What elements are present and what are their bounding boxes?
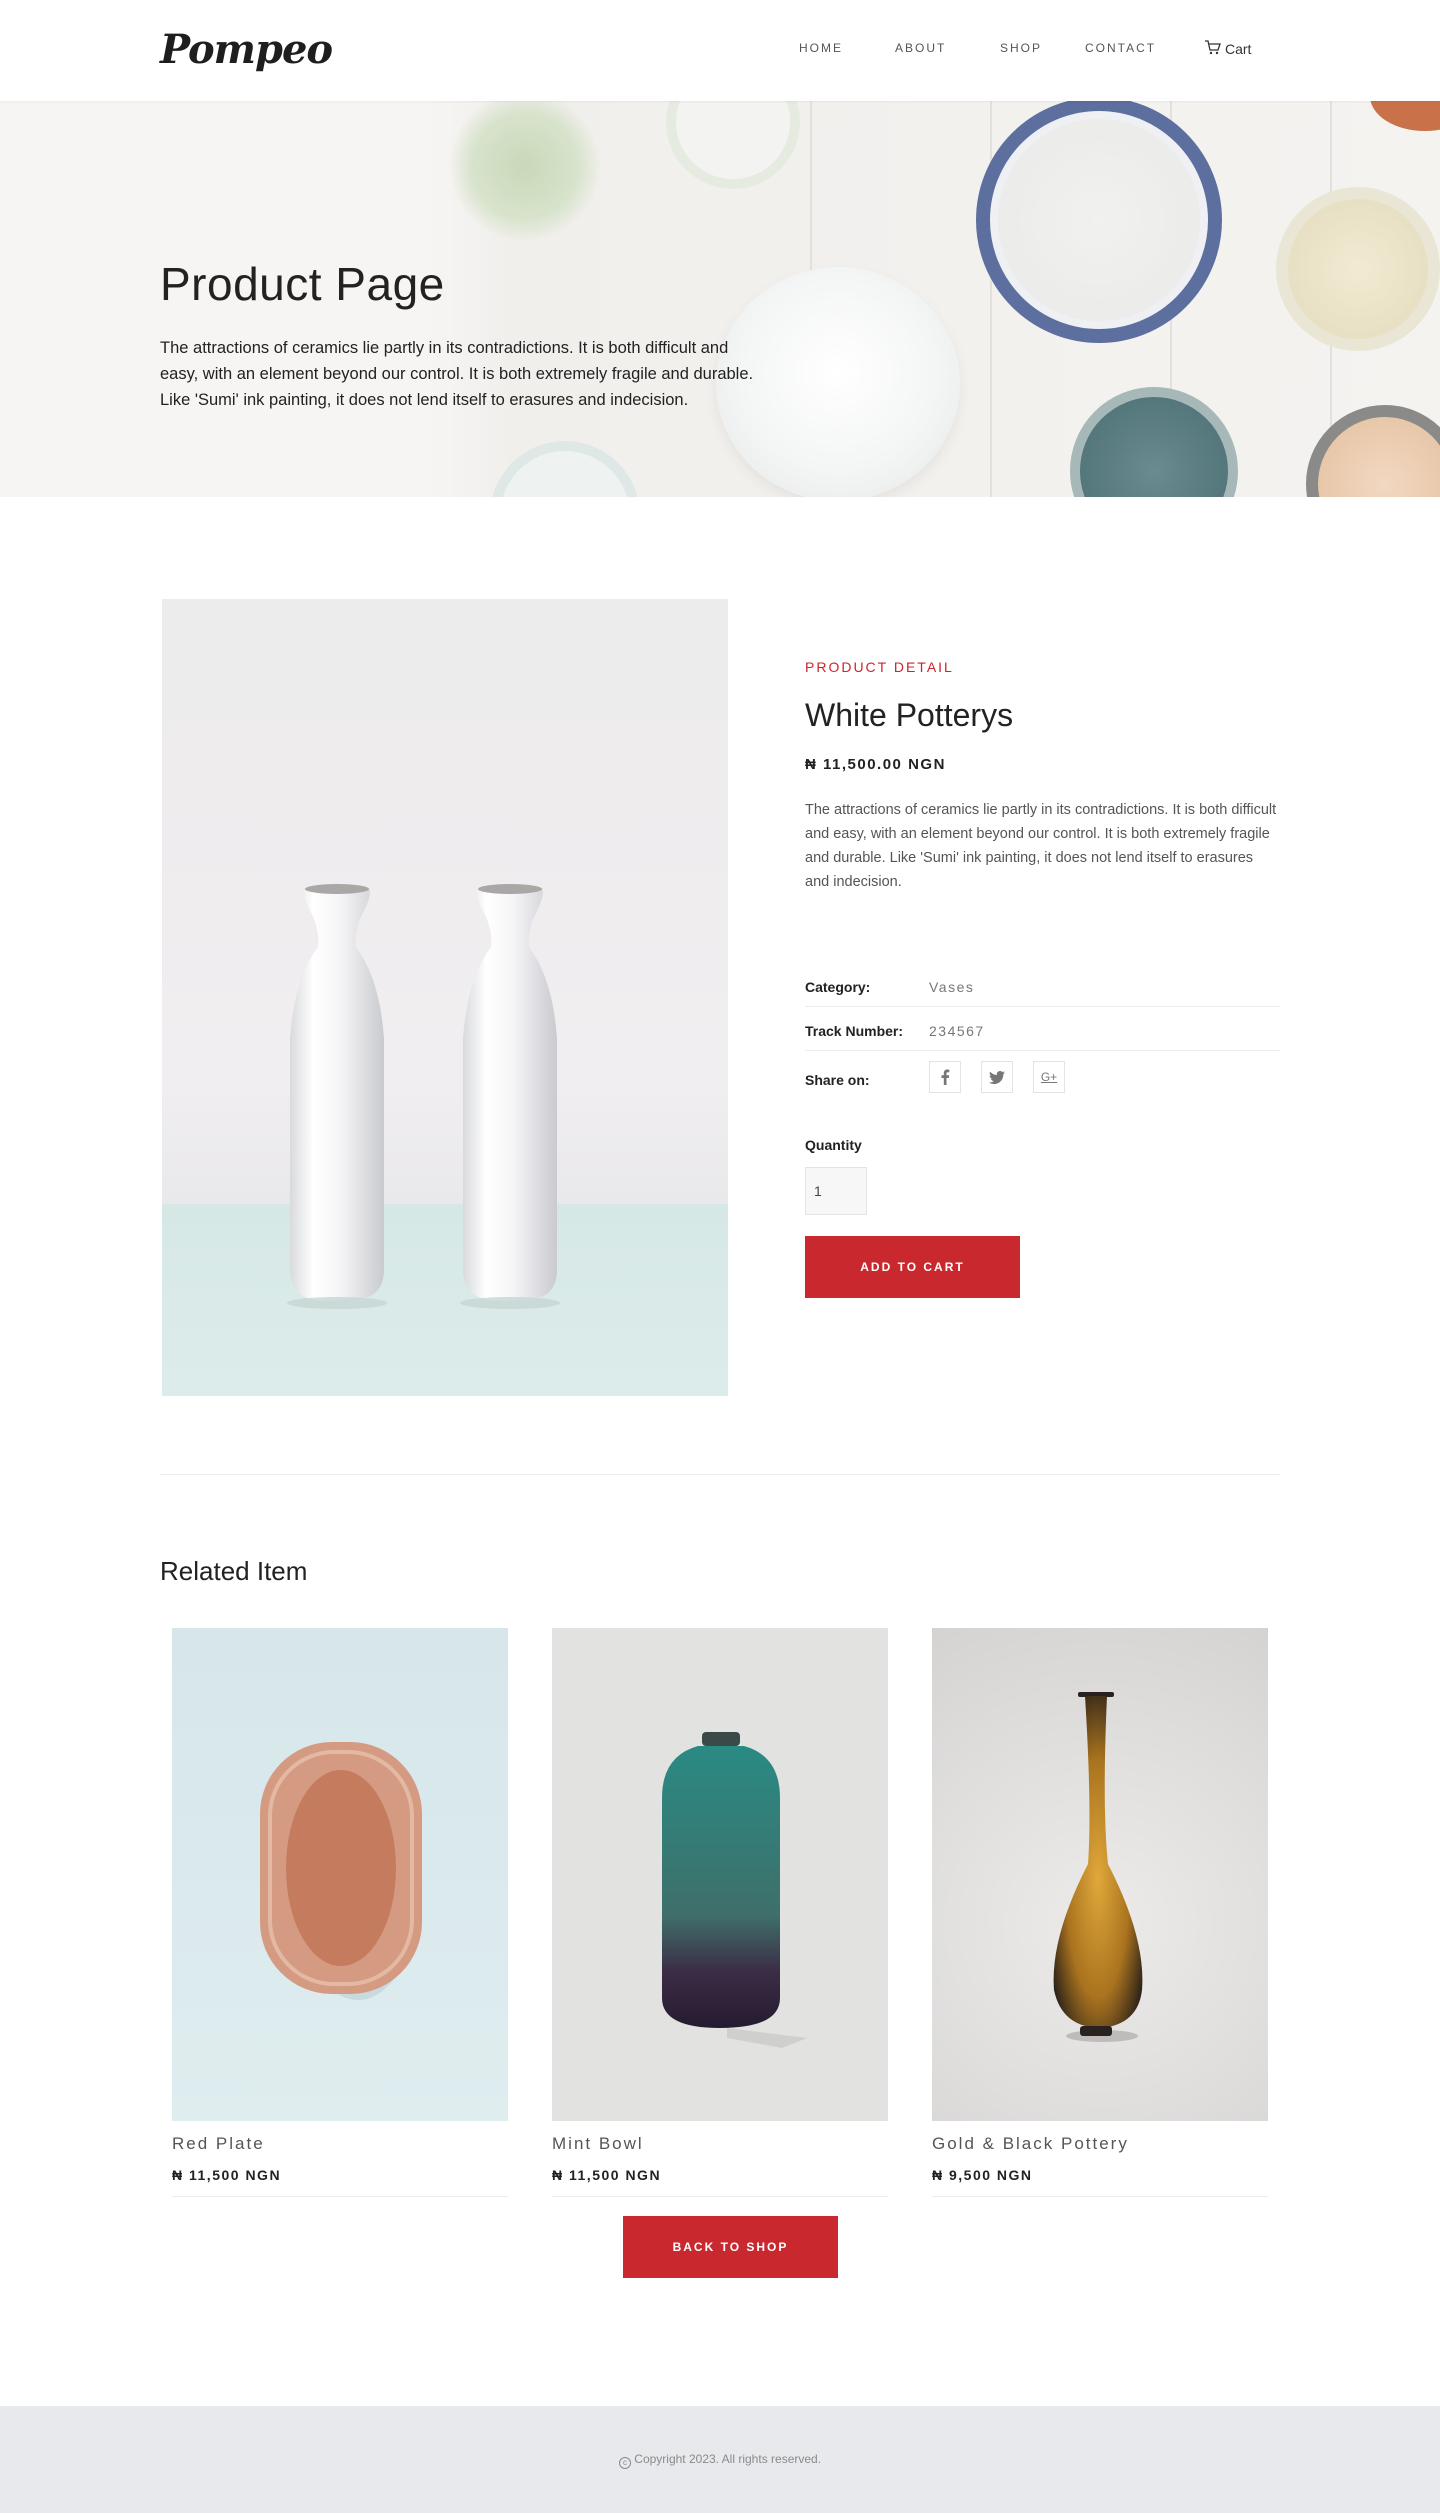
add-to-cart-button[interactable]: ADD TO CART [805, 1236, 1020, 1298]
copyright: c Copyright 2023. All rights reserved. [0, 2452, 1440, 2469]
google-plus-icon[interactable]: G+ [1033, 1061, 1065, 1093]
site-header: Pompeo HOME ABOUT SHOP CONTACT Cart [0, 0, 1440, 101]
related-item-name[interactable]: Red Plate [172, 2134, 508, 2154]
product-section: PRODUCT DETAIL White Potterys ₦ 11,500.0… [0, 497, 1440, 1497]
white-vases-illustration [287, 884, 560, 1309]
product-description: The attractions of ceramics lie partly i… [805, 802, 1277, 890]
gold-black-pottery-image[interactable] [932, 1628, 1268, 2121]
product-name: White Potterys [805, 697, 1014, 733]
meta-category: Category: Vases [805, 963, 1280, 1007]
product-detail-eyebrow: PRODUCT DETAIL [805, 659, 954, 675]
copyright-text: Copyright 2023. All rights reserved. [634, 2452, 822, 2466]
category-label: Category: [805, 979, 871, 995]
related-item-name[interactable]: Gold & Black Pottery [932, 2134, 1268, 2154]
hero-description: The attractions of ceramics lie partly i… [160, 339, 754, 409]
related-item-price: ₦ 11,500 NGN [552, 2167, 888, 2197]
share-label: Share on: [805, 1072, 870, 1088]
main-nav: HOME ABOUT SHOP CONTACT Cart [0, 40, 1440, 61]
quantity-input[interactable] [805, 1167, 867, 1215]
category-value[interactable]: Vases [929, 979, 974, 995]
nav-shop[interactable]: SHOP [1000, 41, 1042, 55]
site-footer: c Copyright 2023. All rights reserved. [0, 2406, 1440, 2513]
back-to-shop-button[interactable]: BACK TO SHOP [623, 2216, 838, 2278]
related-item-card[interactable]: Red Plate ₦ 11,500 NGN [172, 1628, 508, 2197]
nav-contact[interactable]: CONTACT [1085, 41, 1156, 55]
related-title: Related Item [160, 1556, 308, 1586]
related-item-card[interactable]: Gold & Black Pottery ₦ 9,500 NGN [932, 1628, 1268, 2197]
track-number-label: Track Number: [805, 1023, 904, 1039]
mint-bowl-image[interactable] [552, 1628, 888, 2121]
hero-background-image [430, 101, 1440, 497]
related-item-price: ₦ 9,500 NGN [932, 2167, 1268, 2197]
related-item-card[interactable]: Mint Bowl ₦ 11,500 NGN [552, 1628, 888, 2197]
related-items-section: Related Item Red Plate ₦ 11,500 NGN Mint… [0, 1497, 1440, 2507]
related-item-price: ₦ 11,500 NGN [172, 2167, 508, 2197]
hero-banner: Product Page The attractions of ceramics… [0, 101, 1440, 497]
copyright-icon: c [618, 2457, 631, 2469]
nav-home[interactable]: HOME [799, 41, 843, 55]
red-plate-image[interactable] [172, 1628, 508, 2121]
twitter-icon[interactable] [981, 1061, 1013, 1093]
facebook-icon[interactable] [929, 1061, 961, 1093]
product-detail: PRODUCT DETAIL White Potterys ₦ 11,500.0… [805, 659, 1280, 1298]
quantity-label: Quantity [805, 1137, 862, 1153]
section-divider [160, 1474, 1280, 1475]
nav-cart[interactable]: Cart [1204, 40, 1251, 58]
nav-about[interactable]: ABOUT [895, 41, 946, 55]
meta-track-number: Track Number: 234567 [805, 1007, 1280, 1051]
related-item-name[interactable]: Mint Bowl [552, 2134, 888, 2154]
cart-icon [1204, 40, 1221, 58]
product-image [162, 599, 728, 1396]
cart-label: Cart [1225, 41, 1252, 57]
track-number-value: 234567 [929, 1023, 985, 1039]
product-price: ₦ 11,500.00 NGN [805, 756, 946, 773]
page-title: Product Page [160, 258, 445, 310]
product-meta: Category: Vases Track Number: 234567 Sha… [805, 963, 1280, 1095]
meta-share: Share on: G+ [805, 1051, 1280, 1095]
